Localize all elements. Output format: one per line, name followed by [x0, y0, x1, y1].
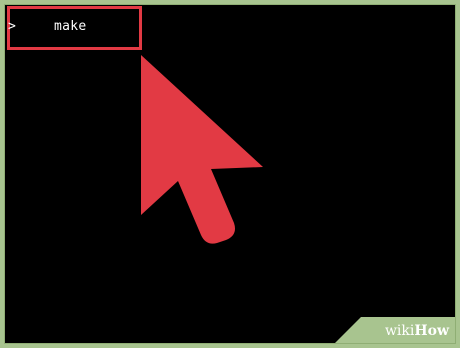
terminal-window[interactable]: > make wikiHow [5, 5, 455, 343]
cursor-arrow-icon [141, 55, 263, 244]
wikihow-watermark: wikiHow [385, 323, 449, 339]
watermark-how: How [414, 323, 449, 339]
watermark-wiki: wiki [384, 323, 415, 339]
